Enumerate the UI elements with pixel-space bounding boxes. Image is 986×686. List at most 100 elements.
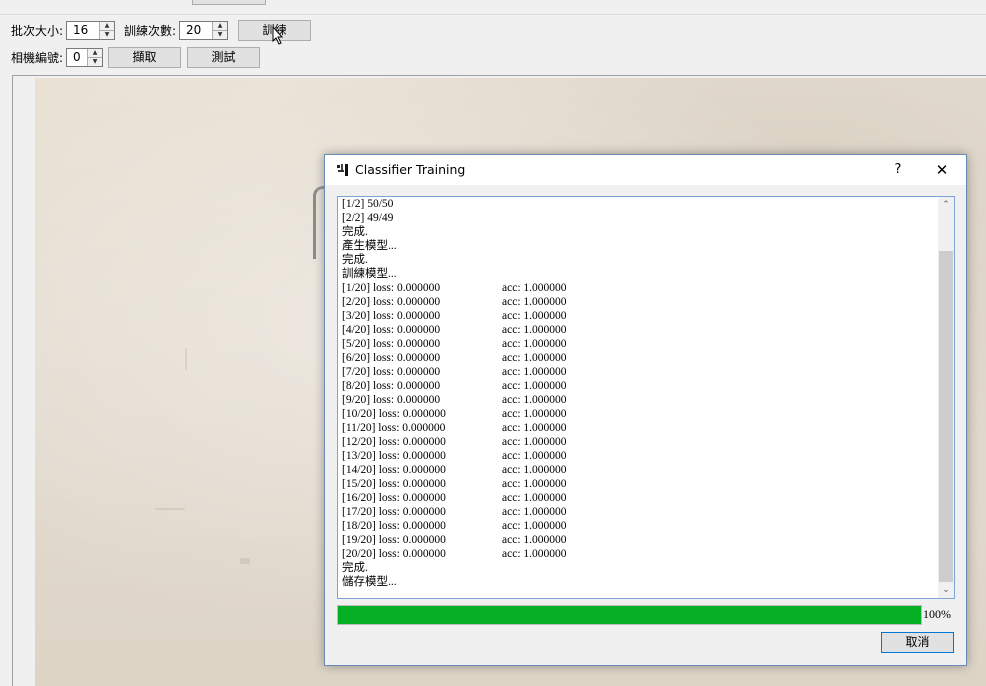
top-strip	[0, 0, 986, 15]
log-line-accuracy: acc: 1.000000	[502, 296, 567, 308]
log-line-text: [7/20] loss: 0.000000	[342, 366, 441, 378]
camera-id-label: 相機編號:	[11, 51, 64, 65]
log-line: [20/20] loss: 0.000000 acc: 1.000000	[342, 547, 932, 561]
help-button[interactable]: ?	[887, 158, 909, 182]
log-line: [4/20] loss: 0.000000 acc: 1.000000	[342, 323, 932, 337]
log-line: [8/20] loss: 0.000000 acc: 1.000000	[342, 379, 932, 393]
log-line: [6/20] loss: 0.000000 acc: 1.000000	[342, 351, 932, 365]
close-icon[interactable]: ✕	[927, 158, 957, 182]
log-line-text: [12/20] loss: 0.000000	[342, 436, 446, 448]
log-line-text: [3/20] loss: 0.000000	[342, 310, 441, 322]
camera-id-value: 0	[73, 50, 81, 64]
log-line-text: [15/20] loss: 0.000000	[342, 478, 446, 490]
log-line: 產生模型...	[342, 239, 932, 253]
epochs-spin-arrows[interactable]: ▲ ▼	[212, 22, 227, 39]
camera-id-spinbox[interactable]: 0 ▲ ▼	[66, 48, 103, 67]
log-line: [11/20] loss: 0.000000 acc: 1.000000	[342, 421, 932, 435]
training-log-textbox[interactable]: [1/2] 50/50 [2/2] 49/49 完成. 產生模型... 完成. 訓練模型.…	[337, 196, 955, 599]
log-line: [16/20] loss: 0.000000 acc: 1.000000	[342, 491, 932, 505]
test-button[interactable]: 測試	[187, 47, 260, 68]
image-speck	[240, 558, 250, 564]
capture-button[interactable]: 擷取	[108, 47, 181, 68]
log-scrollbar[interactable]: ⌃ ⌄	[938, 197, 954, 598]
image-speck	[185, 348, 187, 370]
log-line-accuracy: acc: 1.000000	[502, 422, 567, 434]
log-line-accuracy: acc: 1.000000	[502, 352, 567, 364]
log-line-text: [18/20] loss: 0.000000	[342, 520, 446, 532]
training-progress-bar	[337, 605, 922, 625]
log-line-text: [1/20] loss: 0.000000	[342, 282, 441, 294]
log-line-text: [13/20] loss: 0.000000	[342, 450, 446, 462]
log-line-text: [14/20] loss: 0.000000	[342, 464, 446, 476]
spin-up-icon[interactable]: ▲	[100, 22, 114, 31]
log-line: [14/20] loss: 0.000000 acc: 1.000000	[342, 463, 932, 477]
camera-id-spin-arrows[interactable]: ▲ ▼	[87, 49, 102, 66]
log-line-accuracy: acc: 1.000000	[502, 464, 567, 476]
scroll-down-icon[interactable]: ⌄	[938, 582, 954, 598]
log-line-accuracy: acc: 1.000000	[502, 492, 567, 504]
scrollbar-thumb[interactable]	[939, 251, 953, 582]
log-line-text: [20/20] loss: 0.000000	[342, 548, 446, 560]
batch-size-value: 16	[73, 23, 89, 37]
spin-down-icon[interactable]: ▼	[88, 58, 102, 66]
log-line: [12/20] loss: 0.000000 acc: 1.000000	[342, 435, 932, 449]
log-line-accuracy: acc: 1.000000	[502, 436, 567, 448]
log-line-accuracy: acc: 1.000000	[502, 450, 567, 462]
log-line-accuracy: acc: 1.000000	[502, 394, 567, 406]
progress-percent: 100%	[923, 607, 951, 621]
batch-size-spinbox[interactable]: 16 ▲ ▼	[66, 21, 115, 40]
image-speck	[155, 508, 185, 510]
log-line: 訓練模型...	[342, 267, 932, 281]
log-line-accuracy: acc: 1.000000	[502, 408, 567, 420]
log-line-text: [10/20] loss: 0.000000	[342, 408, 446, 420]
log-line-accuracy: acc: 1.000000	[502, 548, 567, 560]
spin-down-icon[interactable]: ▼	[100, 31, 114, 39]
log-line: [19/20] loss: 0.000000 acc: 1.000000	[342, 533, 932, 547]
epochs-spinbox[interactable]: 20 ▲ ▼	[179, 21, 228, 40]
log-line: 完成.	[342, 561, 932, 575]
log-line-accuracy: acc: 1.000000	[502, 520, 567, 532]
toolbar: 批次大小: 16 ▲ ▼ 訓練次數: 20 ▲ ▼ 訓練 相機編號: 0 ▲ ▼…	[0, 15, 986, 73]
cancel-button[interactable]: 取消	[881, 632, 954, 653]
log-line-text: 完成.	[342, 254, 368, 266]
log-line: [5/20] loss: 0.000000 acc: 1.000000	[342, 337, 932, 351]
log-line: [10/20] loss: 0.000000 acc: 1.000000	[342, 407, 932, 421]
log-line-accuracy: acc: 1.000000	[502, 380, 567, 392]
dialog-titlebar[interactable]: Classifier Training ? ✕	[325, 155, 966, 185]
log-line-text: [2/2] 49/49	[342, 212, 394, 224]
log-line-accuracy: acc: 1.000000	[502, 282, 567, 294]
mouse-pointer-icon	[272, 26, 284, 45]
log-line: 儲存模型...	[342, 575, 932, 589]
log-line-accuracy: acc: 1.000000	[502, 506, 567, 518]
epochs-label: 訓練次數:	[124, 24, 177, 38]
log-line-text: [19/20] loss: 0.000000	[342, 534, 446, 546]
log-line-accuracy: acc: 1.000000	[502, 324, 567, 336]
epochs-value: 20	[186, 23, 202, 37]
log-line-text: [9/20] loss: 0.000000	[342, 394, 441, 406]
log-line-accuracy: acc: 1.000000	[502, 478, 567, 490]
log-line: [9/20] loss: 0.000000 acc: 1.000000	[342, 393, 932, 407]
scroll-up-icon[interactable]: ⌃	[938, 197, 954, 213]
batch-size-spin-arrows[interactable]: ▲ ▼	[99, 22, 114, 39]
log-line: [17/20] loss: 0.000000 acc: 1.000000	[342, 505, 932, 519]
log-line: [3/20] loss: 0.000000 acc: 1.000000	[342, 309, 932, 323]
log-line-accuracy: acc: 1.000000	[502, 534, 567, 546]
spin-down-icon[interactable]: ▼	[213, 31, 227, 39]
spin-up-icon[interactable]: ▲	[88, 49, 102, 58]
top-tab-edge	[192, 0, 266, 5]
log-line: [15/20] loss: 0.000000 acc: 1.000000	[342, 477, 932, 491]
dialog-title: Classifier Training	[355, 162, 466, 177]
log-line-text: [4/20] loss: 0.000000	[342, 324, 441, 336]
log-line: [7/20] loss: 0.000000 acc: 1.000000	[342, 365, 932, 379]
log-line-text: 儲存模型...	[342, 576, 397, 588]
log-line-text: [6/20] loss: 0.000000	[342, 352, 441, 364]
log-line-text: 完成.	[342, 226, 368, 238]
training-log-lines: [1/2] 50/50 [2/2] 49/49 完成. 產生模型... 完成. 訓練模型.…	[342, 197, 932, 589]
log-line-text: [1/2] 50/50	[342, 198, 394, 210]
spin-up-icon[interactable]: ▲	[213, 22, 227, 31]
log-line-text: 產生模型...	[342, 240, 397, 252]
log-line-text: [16/20] loss: 0.000000	[342, 492, 446, 504]
log-line-accuracy: acc: 1.000000	[502, 338, 567, 350]
batch-size-label: 批次大小:	[11, 24, 64, 38]
log-line: [2/20] loss: 0.000000 acc: 1.000000	[342, 295, 932, 309]
